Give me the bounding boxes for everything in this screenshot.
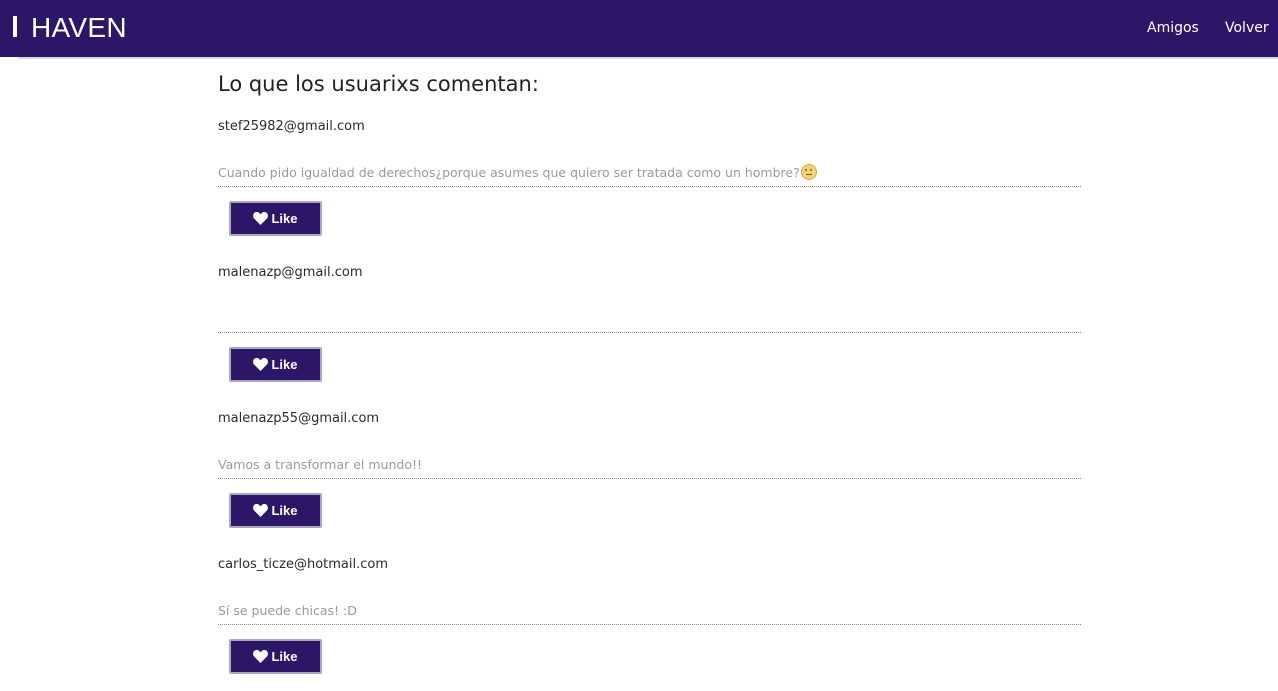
heart-icon	[253, 358, 269, 371]
heart-icon	[253, 650, 269, 663]
brand-logo-mark	[13, 16, 17, 37]
comment-text: Vamos a transformar el mundo!!	[218, 457, 422, 472]
navbar-divider	[18, 57, 1278, 59]
like-button[interactable]: Like	[229, 347, 322, 382]
comment-text-content: Cuando pido igualdad de derechos¿porque …	[218, 165, 800, 180]
comment-text	[218, 310, 1081, 328]
heart-icon	[253, 212, 269, 225]
comment-divider	[218, 624, 1081, 625]
like-button[interactable]: Like	[229, 493, 322, 528]
comment-item: stef25982@gmail.com Cuando pido igualdad…	[218, 100, 1081, 246]
like-label: Like	[271, 503, 298, 518]
comment-author: malenazp@gmail.com	[218, 265, 363, 280]
comment-item: carlos_ticze@hotmail.com Sí se puede chi…	[218, 538, 1081, 684]
comment-item: malenazp@gmail.com Like	[218, 246, 1081, 392]
comment-divider	[218, 478, 1081, 479]
neutral-face-emoji-icon	[800, 164, 817, 180]
like-label: Like	[271, 649, 298, 664]
comments-section: Lo que los usuarixs comentan: stef25982@…	[218, 68, 1081, 684]
comment-author: carlos_ticze@hotmail.com	[218, 557, 389, 572]
nav-link-amigos[interactable]: Amigos	[1147, 19, 1199, 37]
comment-divider	[218, 332, 1081, 333]
like-button[interactable]: Like	[229, 201, 322, 236]
nav-link-volver[interactable]: Volver	[1225, 19, 1269, 37]
like-button[interactable]: Like	[229, 639, 322, 674]
like-label: Like	[271, 357, 298, 372]
page-title: Lo que los usuarixs comentan:	[218, 72, 539, 96]
heart-icon	[253, 504, 269, 517]
brand-logo[interactable]: HAVEN	[31, 10, 127, 46]
comment-author: malenazp55@gmail.com	[218, 411, 380, 426]
comment-divider	[218, 186, 1081, 187]
comment-text: Cuando pido igualdad de derechos¿porque …	[218, 164, 1081, 182]
top-navbar: HAVEN Amigos Volver	[0, 0, 1278, 57]
like-label: Like	[271, 211, 298, 226]
comment-author: stef25982@gmail.com	[218, 119, 365, 134]
comment-item: malenazp55@gmail.com Vamos a transformar…	[218, 392, 1081, 538]
comment-text: Sí se puede chicas! :D	[218, 603, 357, 618]
